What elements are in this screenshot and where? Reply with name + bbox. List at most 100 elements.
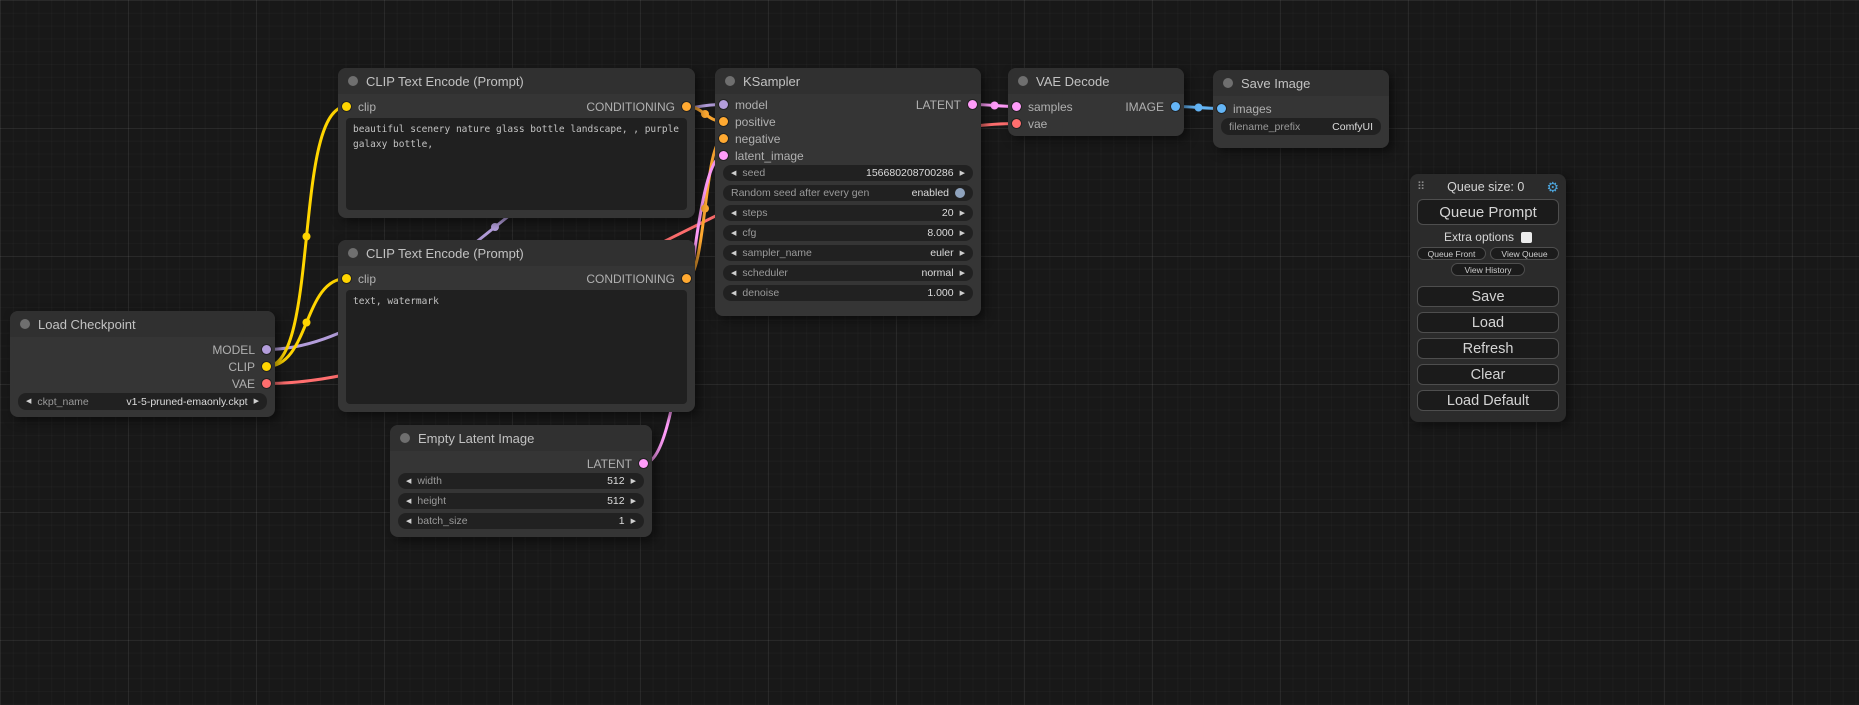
slot-label: clip xyxy=(358,100,376,114)
node-save-image[interactable]: Save Image images filename_prefix ComfyU… xyxy=(1213,70,1389,148)
increment-arrow-icon[interactable]: ▶ xyxy=(960,230,965,237)
collapse-dot-icon[interactable] xyxy=(348,248,358,258)
decrement-arrow-icon[interactable]: ◀ xyxy=(731,230,736,237)
vae-port[interactable] xyxy=(262,379,271,388)
node-load-checkpoint[interactable]: Load Checkpoint MODEL CLIP VAE ◀ ckpt_na… xyxy=(10,311,275,417)
latent-port[interactable] xyxy=(719,151,728,160)
collapse-dot-icon[interactable] xyxy=(1018,76,1028,86)
image-port[interactable] xyxy=(1171,102,1180,111)
clear-button[interactable]: Clear xyxy=(1417,364,1559,385)
widget-value: 1.000 xyxy=(927,287,953,299)
collapse-dot-icon[interactable] xyxy=(20,319,30,329)
clip-port[interactable] xyxy=(262,362,271,371)
conditioning-port[interactable] xyxy=(682,274,691,283)
slot-label: LATENT xyxy=(916,98,961,112)
increment-arrow-icon[interactable]: ▶ xyxy=(631,478,636,485)
output-slot-latent: LATENT xyxy=(916,96,977,113)
decrement-arrow-icon[interactable]: ◀ xyxy=(731,290,736,297)
comfyui-node-canvas[interactable]: Load Checkpoint MODEL CLIP VAE ◀ ckpt_na… xyxy=(0,0,1859,705)
widget-value: 8.000 xyxy=(927,227,953,239)
collapse-dot-icon[interactable] xyxy=(348,76,358,86)
drag-handle-icon[interactable]: ⠿ xyxy=(1417,182,1425,193)
slot-label: CONDITIONING xyxy=(586,100,675,114)
decrement-arrow-icon[interactable]: ◀ xyxy=(406,518,411,525)
increment-arrow-icon[interactable]: ▶ xyxy=(631,498,636,505)
clip-port[interactable] xyxy=(342,102,351,111)
toggle-on-indicator-icon[interactable] xyxy=(955,188,965,198)
widget-sampler-name[interactable]: ◀ sampler_name euler ▶ xyxy=(723,245,973,261)
latent-port[interactable] xyxy=(968,100,977,109)
widget-name: filename_prefix xyxy=(1229,121,1300,133)
decrement-arrow-icon[interactable]: ◀ xyxy=(731,270,736,277)
node-ksampler[interactable]: KSampler model positive negative latent_… xyxy=(715,68,981,316)
node-title: VAE Decode xyxy=(1036,74,1109,89)
queue-panel: ⠿ Queue size: 0 ⚙ Queue Prompt Extra opt… xyxy=(1410,174,1566,422)
node-vae-decode[interactable]: VAE Decode samples vae IMAGE xyxy=(1008,68,1184,136)
settings-gear-icon[interactable]: ⚙ xyxy=(1546,180,1559,194)
queue-front-button[interactable]: Queue Front xyxy=(1417,247,1486,260)
conditioning-port[interactable] xyxy=(719,117,728,126)
node-title-bar[interactable]: Load Checkpoint xyxy=(10,311,275,337)
positive-prompt-textarea[interactable]: beautiful scenery nature glass bottle la… xyxy=(346,118,687,210)
collapse-dot-icon[interactable] xyxy=(725,76,735,86)
node-title-bar[interactable]: CLIP Text Encode (Prompt) xyxy=(338,240,695,266)
load-button[interactable]: Load xyxy=(1417,312,1559,333)
decrement-arrow-icon[interactable]: ◀ xyxy=(731,250,736,257)
output-slot-conditioning: CONDITIONING xyxy=(586,98,691,115)
collapse-dot-icon[interactable] xyxy=(1223,78,1233,88)
widget-random-seed-toggle[interactable]: Random seed after every gen enabled xyxy=(723,185,973,201)
node-clip-text-encode-positive[interactable]: CLIP Text Encode (Prompt) clip CONDITION… xyxy=(338,68,695,218)
load-default-button[interactable]: Load Default xyxy=(1417,390,1559,411)
conditioning-port[interactable] xyxy=(719,134,728,143)
queue-size-label: Queue size: 0 xyxy=(1425,180,1546,194)
decrement-arrow-icon[interactable]: ◀ xyxy=(26,398,31,405)
increment-arrow-icon[interactable]: ▶ xyxy=(631,518,636,525)
latent-port[interactable] xyxy=(1012,102,1021,111)
widget-denoise[interactable]: ◀ denoise 1.000 ▶ xyxy=(723,285,973,301)
widget-filename-prefix[interactable]: filename_prefix ComfyUI xyxy=(1221,118,1381,135)
increment-arrow-icon[interactable]: ▶ xyxy=(960,290,965,297)
increment-arrow-icon[interactable]: ▶ xyxy=(960,270,965,277)
node-title-bar[interactable]: KSampler xyxy=(715,68,981,94)
node-title-bar[interactable]: VAE Decode xyxy=(1008,68,1184,94)
widget-batch-size[interactable]: ◀ batch_size 1 ▶ xyxy=(398,513,644,529)
node-empty-latent-image[interactable]: Empty Latent Image LATENT ◀ width 512 ▶ … xyxy=(390,425,652,537)
output-slot-image: IMAGE xyxy=(1125,98,1180,115)
latent-port[interactable] xyxy=(639,459,648,468)
negative-prompt-textarea[interactable]: text, watermark xyxy=(346,290,687,404)
increment-arrow-icon[interactable]: ▶ xyxy=(960,170,965,177)
decrement-arrow-icon[interactable]: ◀ xyxy=(406,478,411,485)
increment-arrow-icon[interactable]: ▶ xyxy=(960,250,965,257)
node-title-bar[interactable]: CLIP Text Encode (Prompt) xyxy=(338,68,695,94)
widget-height[interactable]: ◀ height 512 ▶ xyxy=(398,493,644,509)
increment-arrow-icon[interactable]: ▶ xyxy=(254,398,259,405)
widget-seed[interactable]: ◀ seed 156680208700286 ▶ xyxy=(723,165,973,181)
widget-steps[interactable]: ◀ steps 20 ▶ xyxy=(723,205,973,221)
collapse-dot-icon[interactable] xyxy=(400,433,410,443)
node-clip-text-encode-negative[interactable]: CLIP Text Encode (Prompt) clip CONDITION… xyxy=(338,240,695,412)
save-button[interactable]: Save xyxy=(1417,286,1559,307)
view-queue-button[interactable]: View Queue xyxy=(1490,247,1559,260)
node-title-bar[interactable]: Empty Latent Image xyxy=(390,425,652,451)
clip-port[interactable] xyxy=(342,274,351,283)
refresh-button[interactable]: Refresh xyxy=(1417,338,1559,359)
widget-cfg[interactable]: ◀ cfg 8.000 ▶ xyxy=(723,225,973,241)
decrement-arrow-icon[interactable]: ◀ xyxy=(731,210,736,217)
increment-arrow-icon[interactable]: ▶ xyxy=(960,210,965,217)
node-title: Load Checkpoint xyxy=(38,317,136,332)
widget-width[interactable]: ◀ width 512 ▶ xyxy=(398,473,644,489)
queue-prompt-button[interactable]: Queue Prompt xyxy=(1417,199,1559,225)
image-port[interactable] xyxy=(1217,104,1226,113)
node-title-bar[interactable]: Save Image xyxy=(1213,70,1389,96)
widget-scheduler[interactable]: ◀ scheduler normal ▶ xyxy=(723,265,973,281)
widget-ckpt-name[interactable]: ◀ ckpt_name v1-5-pruned-emaonly.ckpt ▶ xyxy=(18,393,267,410)
conditioning-port[interactable] xyxy=(682,102,691,111)
model-port[interactable] xyxy=(719,100,728,109)
vae-port[interactable] xyxy=(1012,119,1021,128)
decrement-arrow-icon[interactable]: ◀ xyxy=(406,498,411,505)
view-history-button[interactable]: View History xyxy=(1451,263,1525,276)
decrement-arrow-icon[interactable]: ◀ xyxy=(731,170,736,177)
slot-label: model xyxy=(735,98,768,112)
extra-options-checkbox[interactable] xyxy=(1521,232,1532,243)
model-port[interactable] xyxy=(262,345,271,354)
